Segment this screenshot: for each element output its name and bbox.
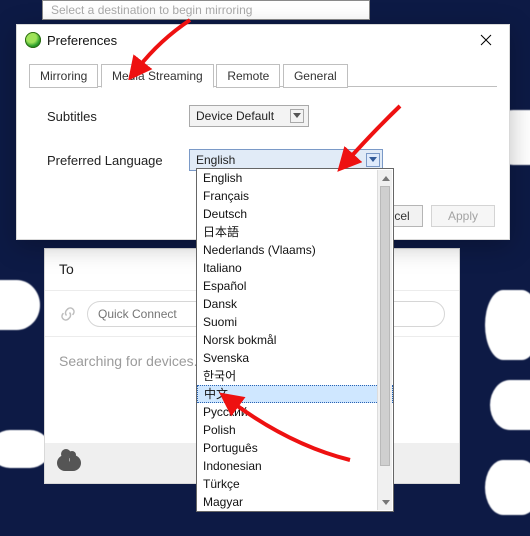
scroll-up-icon[interactable] <box>378 170 393 185</box>
language-option[interactable]: Suomi <box>197 313 393 331</box>
chevron-down-icon <box>366 153 380 167</box>
language-option[interactable]: English <box>197 169 393 187</box>
tab-bar: Mirroring Media Streaming Remote General <box>29 63 497 87</box>
language-option[interactable]: Nederlands (Vlaams) <box>197 241 393 259</box>
tab-remote[interactable]: Remote <box>216 64 280 88</box>
dialog-title: Preferences <box>47 33 117 48</box>
tab-general[interactable]: General <box>283 64 348 88</box>
cloud-upload-icon[interactable]: ↑ <box>57 455 81 471</box>
app-icon <box>25 32 41 48</box>
subtitles-label: Subtitles <box>47 109 189 124</box>
language-option[interactable]: Dansk <box>197 295 393 313</box>
subtitles-value: Device Default <box>196 109 274 123</box>
language-option[interactable]: Français <box>197 187 393 205</box>
language-value: English <box>196 153 235 167</box>
chevron-down-icon <box>290 109 304 123</box>
subtitles-select[interactable]: Device Default <box>189 105 309 127</box>
tab-mirroring[interactable]: Mirroring <box>29 64 98 88</box>
apply-button[interactable]: Apply <box>431 205 495 227</box>
language-option[interactable]: 日本語 <box>197 223 393 241</box>
language-label: Preferred Language <box>47 153 189 168</box>
tab-media-streaming[interactable]: Media Streaming <box>101 64 214 88</box>
language-option[interactable]: 中文 <box>197 385 393 403</box>
scrollbar[interactable] <box>377 170 392 510</box>
language-option[interactable]: Português <box>197 439 393 457</box>
close-icon <box>480 34 492 46</box>
language-option[interactable]: Svenska <box>197 349 393 367</box>
destination-field[interactable]: Select a destination to begin mirroring <box>42 0 370 20</box>
scroll-thumb[interactable] <box>380 186 390 466</box>
language-dropdown: EnglishFrançaisDeutsch日本語Nederlands (Vla… <box>196 168 394 512</box>
language-option[interactable]: Русский <box>197 403 393 421</box>
close-button[interactable] <box>469 29 503 51</box>
language-option[interactable]: Italiano <box>197 259 393 277</box>
scroll-down-icon[interactable] <box>378 495 393 510</box>
language-option[interactable]: Español <box>197 277 393 295</box>
language-option[interactable]: Magyar <box>197 493 393 511</box>
language-option[interactable]: Deutsch <box>197 205 393 223</box>
chain-icon <box>59 305 77 323</box>
language-option[interactable]: Norsk bokmål <box>197 331 393 349</box>
language-option[interactable]: Türkçe <box>197 475 393 493</box>
language-option[interactable]: Indonesian <box>197 457 393 475</box>
language-option[interactable]: 한국어 <box>197 367 393 385</box>
language-option[interactable]: Polish <box>197 421 393 439</box>
